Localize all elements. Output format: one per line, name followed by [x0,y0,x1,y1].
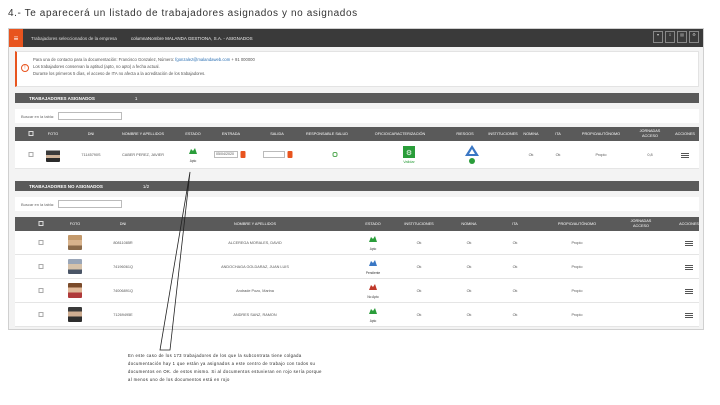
callout-text: En este caso de los 173 trabajadores de … [128,353,322,382]
slide: 4.- Te aparecerá un listado de trabajado… [0,0,720,405]
callout-pointer [159,171,191,351]
